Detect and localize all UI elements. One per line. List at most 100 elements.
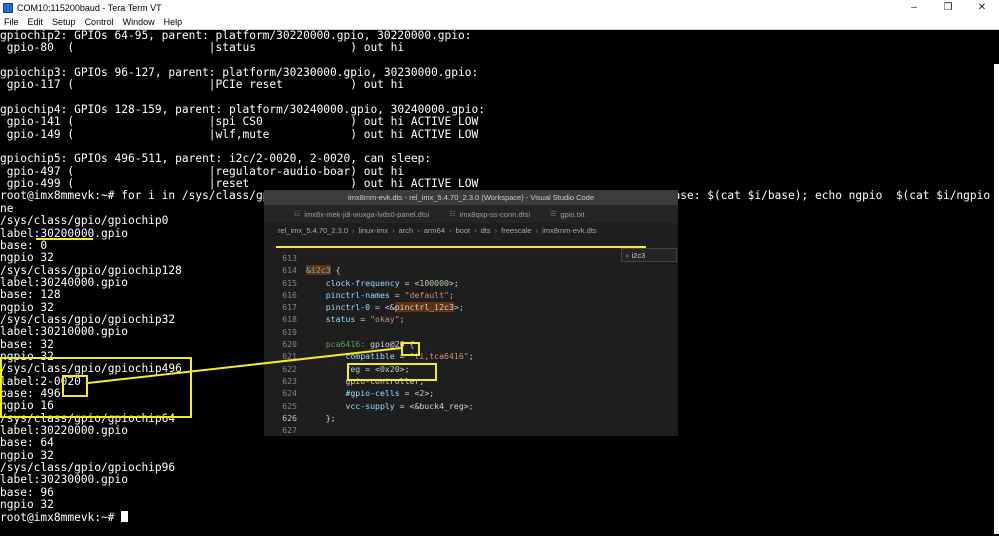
vscode-window: imx8mm-evk.dts - rel_imx_5.4.70_2.3.0 (W… — [264, 190, 678, 436]
tab-label: imx8x-mek-jdi-wuxga-lvds0-panel.dtsi — [304, 209, 430, 219]
line-number: 620 — [282, 339, 297, 350]
terminal-line: /sys/class/gpio/gpiochip96 — [0, 461, 176, 475]
line-number: 622 — [282, 363, 297, 374]
terminal-scrollbar[interactable] — [990, 30, 999, 536]
menu-window[interactable]: Window — [123, 17, 155, 27]
breadcrumb-item[interactable]: arch — [399, 226, 414, 235]
terminal-line: gpio-80 ( |status ) out hi — [0, 41, 405, 55]
breadcrumb-item[interactable]: freescale — [501, 226, 531, 235]
code-text: #gpio-cells = <2>; — [345, 388, 435, 399]
tab-label: gpio.txt — [560, 209, 585, 219]
terminal-line: base: 64 — [0, 436, 54, 450]
gpio-address-highlight-box — [401, 342, 420, 356]
code-line: 615 clock-frequency = <100000>; — [264, 277, 678, 289]
file-icon: ☷ — [294, 211, 301, 218]
chevron-right-icon: › — [494, 225, 498, 235]
code-editor[interactable]: 613 614 &i2c3 {615 clock-frequency = <1000… — [264, 252, 678, 436]
line-number: 623 — [282, 375, 297, 386]
chevron-right-icon: › — [535, 225, 539, 235]
terminal-line: gpio-141 ( |spi CS0 ) out hi ACTIVE LOW — [0, 115, 479, 129]
menu-control[interactable]: Control — [85, 17, 114, 27]
code-line: 625 vcc-supply = <&buck4_reg>; — [264, 400, 678, 412]
breadcrumb: rel_imx_5.4.70_2.3.0 › linux-imx › arch › arm6… — [264, 223, 678, 237]
line-number: 618 — [282, 314, 297, 325]
scrollbar-thumb[interactable] — [994, 64, 999, 534]
code-text: compatible = "ti,tca6416"; — [345, 351, 474, 362]
maximize-icon[interactable]: ❒ — [931, 0, 965, 15]
code-text: status = "okay"; — [325, 314, 405, 325]
line-number: 616 — [282, 289, 297, 300]
code-line: 624 #gpio-cells = <2>; — [264, 387, 678, 399]
breadcrumb-item[interactable]: arm64 — [424, 226, 445, 235]
terminal-line: gpio-117 ( |PCIe reset ) out hi — [0, 78, 405, 92]
code-text: pca6416: gpio@20 { — [325, 339, 415, 350]
menu-file[interactable]: File — [4, 17, 19, 27]
tab-gpio-txt[interactable]: ☰ gpio.txt — [540, 205, 594, 223]
breadcrumb-underline-annotation — [276, 246, 646, 248]
minimize-icon[interactable]: – — [897, 0, 931, 15]
title-bar: COM10:115200baud - Tera Term VT – ❒ ✕ — [0, 0, 999, 15]
line-number: 627 — [282, 425, 297, 436]
code-line: 622 reg = <0x20>; — [264, 363, 678, 375]
line-number: 615 — [282, 277, 297, 288]
code-line: 613 — [264, 252, 678, 264]
chevron-right-icon: › — [392, 225, 395, 235]
code-line: 614 &i2c3 { — [264, 264, 678, 276]
close-icon[interactable]: ✕ — [965, 0, 999, 15]
vscode-title-bar: imx8mm-evk.dts - rel_imx_5.4.70_2.3.0 (W… — [264, 190, 678, 205]
breadcrumb-item[interactable]: imx8mm-evk.dts — [542, 226, 597, 235]
tab-label: imx8qxp-ss-conn.dtsi — [459, 209, 531, 219]
menu-help[interactable]: Help — [164, 17, 183, 27]
line-number: 625 — [282, 400, 297, 411]
line-number: 621 — [282, 351, 297, 362]
gpiochip496-highlight-box — [0, 357, 192, 418]
menu-edit[interactable]: Edit — [28, 17, 44, 27]
code-text: &i2c3 { — [306, 265, 341, 276]
code-line: 626 }; — [264, 412, 678, 424]
chevron-right-icon: › — [474, 225, 477, 235]
text-cursor — [121, 511, 129, 523]
terminal-line: label:30230000.gpio — [0, 473, 128, 487]
chevron-right-icon: › — [626, 250, 629, 260]
menu-setup[interactable]: Setup — [52, 17, 76, 27]
line-number: 617 — [282, 302, 297, 313]
code-line: 619 — [264, 326, 678, 338]
line-number: 626 — [282, 412, 297, 423]
reg-highlight-box — [347, 363, 437, 381]
file-icon: ☰ — [550, 211, 557, 218]
tab-panel-dtsi[interactable]: ☷ imx8x-mek-jdi-wuxga-lvds0-panel.dtsi — [284, 205, 439, 223]
breadcrumb-item[interactable]: boot — [456, 226, 471, 235]
terminal-line: root@imx8mmevk:~# — [0, 511, 990, 524]
window-controls: – ❒ ✕ — [897, 0, 999, 15]
i2c-address-highlight-box — [62, 375, 88, 397]
code-line: 627 — [264, 424, 678, 436]
line-number: 619 — [282, 326, 297, 337]
code-text: vcc-supply = <&buck4_reg>; — [345, 400, 474, 411]
code-text: pinctrl-0 = <&pinctrl_i2c3>; — [325, 302, 464, 313]
chevron-right-icon: › — [449, 225, 452, 235]
breadcrumb-item[interactable]: rel_imx_5.4.70_2.3.0 — [278, 226, 348, 235]
breadcrumb-item[interactable]: dts — [481, 226, 491, 235]
code-line: 621 compatible = "ti,tca6416"; — [264, 350, 678, 362]
code-line: 617 pinctrl-0 = <&pinctrl_i2c3>; — [264, 301, 678, 313]
symbol-label: i2c3 — [631, 250, 646, 260]
terminal-line: base: 96 — [0, 485, 54, 499]
vscode-tab-bar: ☷ imx8x-mek-jdi-wuxga-lvds0-panel.dtsi ☷… — [264, 205, 678, 223]
tab-conn-dtsi[interactable]: ☷ imx8qxp-ss-conn.dtsi — [439, 205, 540, 223]
breadcrumb-item[interactable]: linux-imx — [359, 226, 389, 235]
line-number: 614 — [282, 265, 297, 276]
window-title: COM10:115200baud - Tera Term VT — [17, 2, 162, 13]
chevron-right-icon: › — [352, 225, 355, 235]
tera-term-app-icon — [3, 2, 13, 13]
terminal-line: gpio-149 ( |wlf,mute ) out hi ACTIVE LOW — [0, 127, 479, 141]
code-line: 616 pinctrl-names = "default"; — [264, 289, 678, 301]
breadcrumb-symbol-dropdown[interactable]: › i2c3 — [621, 248, 677, 262]
menu-bar: File Edit Setup Control Window Help — [0, 15, 999, 30]
chevron-right-icon: › — [417, 225, 420, 235]
file-icon: ☷ — [449, 211, 456, 218]
code-text: }; — [306, 412, 336, 423]
code-text: clock-frequency = <100000>; — [325, 277, 459, 288]
terminal-line: gpiochip5: GPIOs 496-511, parent: i2c/2-… — [0, 152, 432, 166]
code-line: 618 status = "okay"; — [264, 313, 678, 325]
label-underline-annotation — [36, 238, 93, 240]
